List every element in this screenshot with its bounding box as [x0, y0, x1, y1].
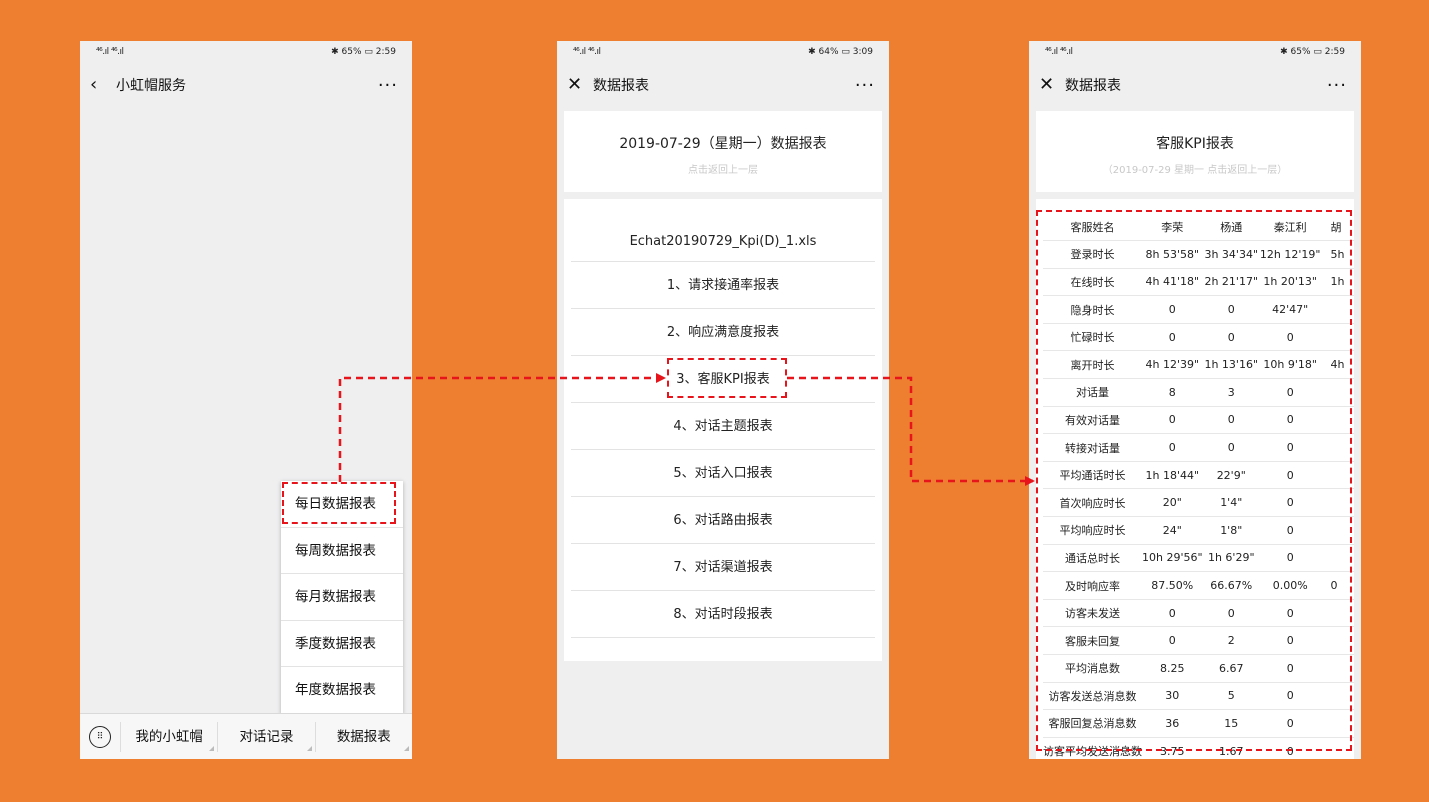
arrow-list-to-table	[787, 376, 1035, 486]
flow-arrows	[338, 373, 1035, 486]
arrow-menu-to-list	[338, 373, 666, 482]
